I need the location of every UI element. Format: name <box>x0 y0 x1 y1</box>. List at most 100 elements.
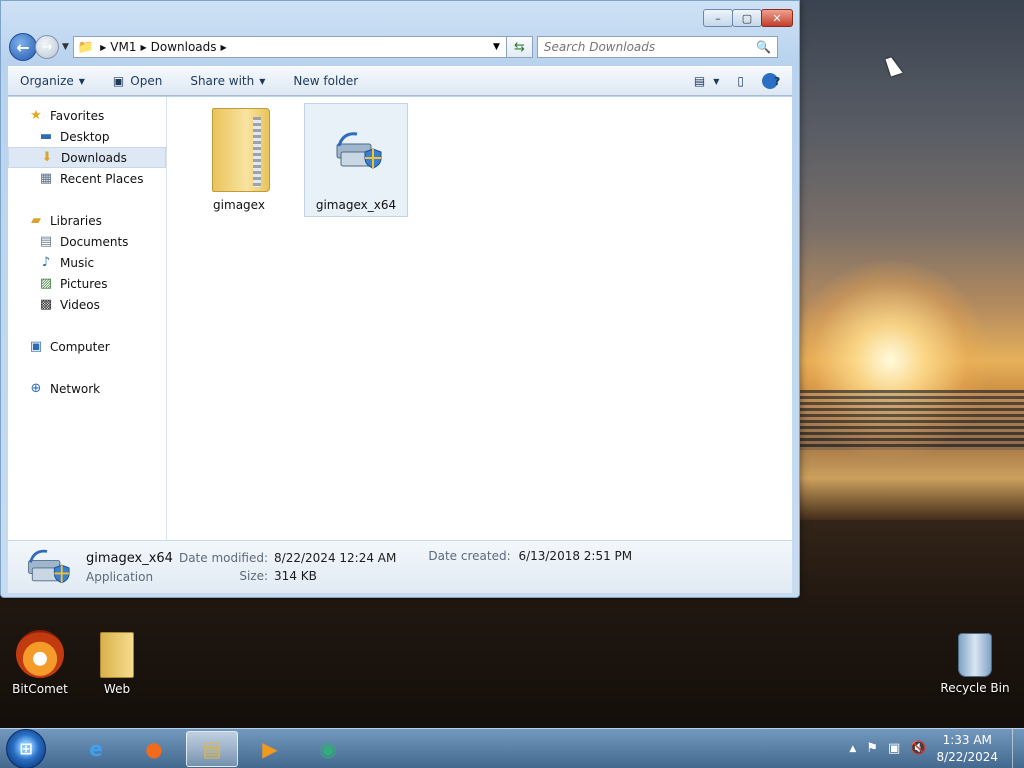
nav-label: Recent Places <box>60 171 144 186</box>
nav-documents[interactable]: ▤ Documents <box>8 231 166 252</box>
chevron-down-icon: ▼ <box>78 76 85 86</box>
media-player-icon: ▶ <box>262 736 278 761</box>
show-hidden-icons-icon[interactable]: ▲ <box>849 744 856 754</box>
nav-label: Favorites <box>50 108 105 123</box>
nav-label: Music <box>60 255 95 270</box>
close-button[interactable]: ✕ <box>761 9 793 27</box>
nav-favorites[interactable]: ★ Favorites <box>8 105 166 126</box>
show-desktop-button[interactable] <box>1012 728 1024 768</box>
open-label: Open <box>130 74 163 88</box>
recycle-bin-icon <box>958 633 992 677</box>
folder-icon: 📁 <box>77 39 95 55</box>
nav-videos[interactable]: ▩ Videos <box>8 294 166 315</box>
created-label: Date created: <box>428 549 511 563</box>
search-input[interactable] <box>543 40 749 54</box>
nav-pictures[interactable]: ▨ Pictures <box>8 273 166 294</box>
taskbar-firefox[interactable]: ● <box>128 731 180 767</box>
back-button[interactable]: ← <box>9 33 37 61</box>
chevron-down-icon[interactable]: ▼ <box>713 77 719 86</box>
mouse-cursor-icon <box>885 55 903 77</box>
application-icon: ▣ <box>112 74 125 88</box>
libraries-icon: ▰ <box>31 213 41 228</box>
address-dropdown[interactable]: ▼ <box>487 42 506 52</box>
minimize-button[interactable]: – <box>703 9 733 27</box>
created-value: 6/13/2018 2:51 PM <box>518 549 633 563</box>
desktop-icon-web[interactable]: Web <box>77 632 157 696</box>
desktop-icon: ▬ <box>39 129 53 144</box>
nav-computer[interactable]: ▣ Computer <box>8 336 166 357</box>
start-button[interactable]: ⊞ <box>6 728 46 768</box>
file-item-gimagex-x64[interactable]: gimagex_x64 <box>304 103 408 217</box>
view-controls: ▤ ▼ ▯ ? <box>680 73 792 89</box>
network-status-icon[interactable]: ▣ <box>888 741 900 756</box>
help-button[interactable]: ? <box>762 73 781 89</box>
documents-icon: ▤ <box>39 234 53 249</box>
forward-button[interactable]: → <box>35 35 59 59</box>
installer-app-icon <box>28 549 70 584</box>
clock[interactable]: 1:33 AM 8/22/2024 <box>936 732 998 766</box>
modified-label: Date modified: <box>178 551 269 565</box>
change-view-icon[interactable]: ▤ <box>694 74 705 88</box>
modified-value: 8/22/2024 12:24 AM <box>274 551 397 565</box>
bitcomet-icon <box>16 630 64 678</box>
pictures-icon: ▨ <box>39 276 53 291</box>
nav-label: Documents <box>60 234 129 249</box>
breadcrumb-vm1[interactable]: VM1 <box>110 40 136 54</box>
nav-label: Network <box>50 381 101 396</box>
file-name: gimagex_x64 <box>315 198 397 212</box>
star-icon: ★ <box>30 108 42 123</box>
volume-muted-icon[interactable]: 🔇 <box>910 741 926 756</box>
computer-icon: ▣ <box>29 339 43 354</box>
nav-desktop[interactable]: ▬ Desktop <box>8 126 166 147</box>
recent-pages-dropdown[interactable]: ▼ <box>62 42 69 52</box>
refresh-button[interactable]: ⇆ <box>506 36 533 58</box>
file-list: gimagex gimagex_x64 <box>167 97 792 540</box>
taskbar-media-player[interactable]: ▶ <box>244 731 296 767</box>
share-with-label: Share with <box>190 74 255 88</box>
explorer-window: – ▢ ✕ ← → ▼ 📁 ▶ VM1 ▶ Downloads ▶ ▼ ⇆ 🔍 … <box>0 0 800 598</box>
chevron-right-icon[interactable]: ▶ <box>221 43 227 52</box>
desktop-icon-recycle-bin[interactable]: Recycle Bin <box>935 633 1015 695</box>
nav-network[interactable]: ⊕ Network <box>8 378 166 399</box>
help-icon: ? <box>773 74 781 88</box>
organize-label: Organize <box>20 74 74 88</box>
open-button[interactable]: ▣ Open <box>113 74 162 88</box>
chevron-down-icon: ▼ <box>259 76 266 86</box>
taskbar-explorer[interactable]: ▤ <box>186 730 238 767</box>
nav-libraries[interactable]: ▰ Libraries <box>8 210 166 231</box>
nav-music[interactable]: ♪ Music <box>8 252 166 273</box>
new-folder-button[interactable]: New folder <box>293 74 358 88</box>
breadcrumb-downloads[interactable]: Downloads <box>151 40 217 54</box>
nav-label: Videos <box>60 297 100 312</box>
file-item-gimagex[interactable]: gimagex <box>187 103 291 217</box>
refresh-icon: ⇆ <box>513 39 525 55</box>
share-with-button[interactable]: Share with ▼ <box>190 74 265 88</box>
chevron-right-icon[interactable]: ▶ <box>140 43 146 52</box>
action-center-flag-icon[interactable]: ⚑ <box>866 741 878 756</box>
desktop-icon-label: Web <box>103 682 131 696</box>
content-area: ★ Favorites ▬ Desktop ⬇ Downloads ▦ Recent P… <box>8 97 792 540</box>
chevron-right-icon[interactable]: ▶ <box>100 43 106 52</box>
music-icon: ♪ <box>41 255 51 270</box>
clock-time: 1:33 AM <box>942 732 992 747</box>
maximize-button[interactable]: ▢ <box>732 9 762 27</box>
desktop-icon-bitcomet[interactable]: BitComet <box>0 630 80 696</box>
nav-label: Pictures <box>60 276 108 291</box>
address-bar[interactable]: 📁 ▶ VM1 ▶ Downloads ▶ ▼ <box>72 36 507 58</box>
arrow-right-icon: → <box>41 39 53 55</box>
windows-logo-icon: ⊞ <box>19 739 33 758</box>
taskbar-internet-explorer[interactable]: e <box>70 731 122 767</box>
preview-pane-icon[interactable]: ▯ <box>737 74 744 88</box>
nav-downloads[interactable]: ⬇ Downloads <box>8 147 166 168</box>
details-name-block: gimagex_x64 Application <box>86 551 173 584</box>
taskbar-app[interactable]: ◉ <box>302 731 354 767</box>
firefox-icon: ● <box>145 736 163 761</box>
search-box[interactable]: 🔍 <box>536 36 778 58</box>
system-tray: ▲ ⚑ ▣ 🔇 1:33 AM 8/22/2024 <box>849 728 1024 768</box>
installer-app-icon <box>336 132 382 169</box>
nav-recent-places[interactable]: ▦ Recent Places <box>8 168 166 189</box>
organize-button[interactable]: Organize ▼ <box>20 74 85 88</box>
nav-label: Computer <box>50 339 110 354</box>
wallpaper-shore <box>800 450 1024 520</box>
search-icon[interactable]: 🔍 <box>756 40 771 54</box>
